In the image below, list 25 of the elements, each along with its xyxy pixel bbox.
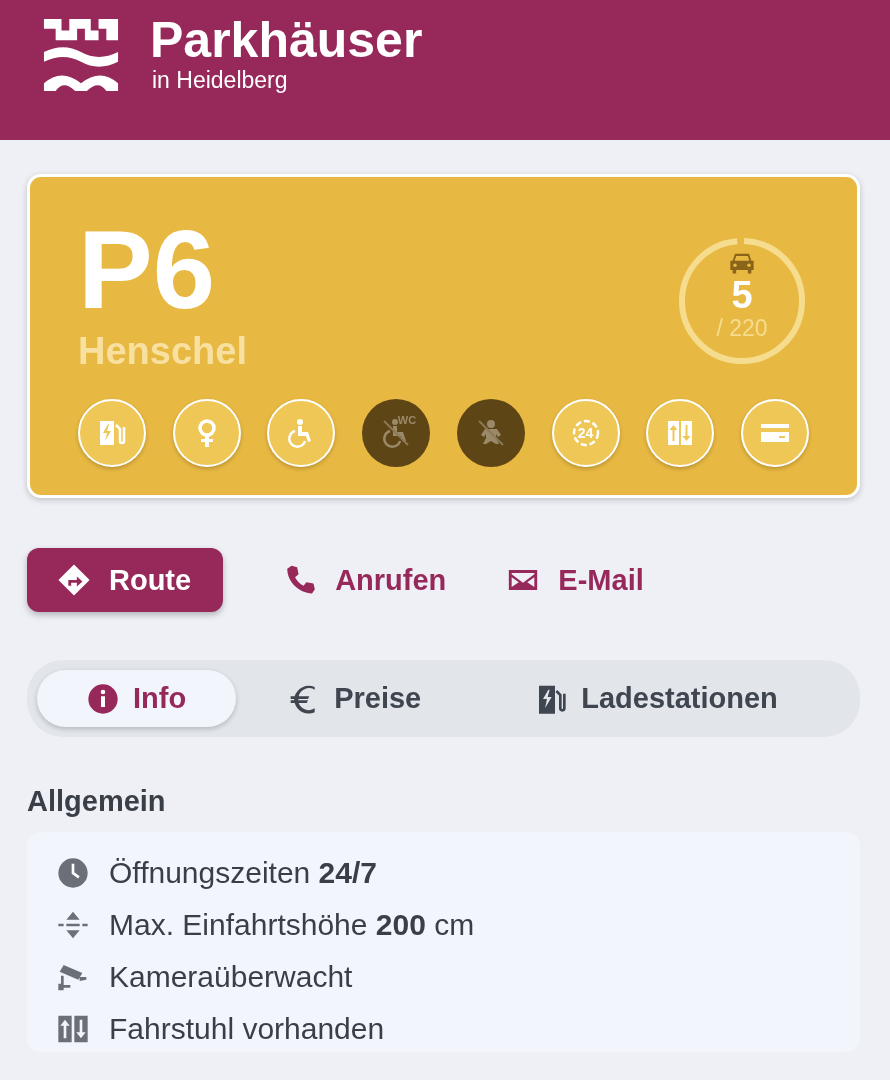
clock-24-icon: 24 bbox=[551, 399, 620, 467]
section-heading: Allgemein bbox=[27, 785, 167, 818]
app-subtitle: in Heidelberg bbox=[152, 66, 289, 94]
total-capacity: / 220 bbox=[716, 315, 768, 341]
wheelchair-toilet-icon: WC bbox=[362, 399, 431, 467]
garage-name: Henschel bbox=[78, 329, 247, 373]
app-title: Parkhäuser bbox=[150, 14, 423, 66]
car-icon bbox=[728, 251, 756, 275]
height-icon bbox=[57, 909, 89, 941]
free-spaces-count: 5 bbox=[731, 275, 753, 315]
call-link[interactable]: Anrufen bbox=[283, 548, 447, 612]
info-icon bbox=[87, 682, 119, 715]
email-link[interactable]: E-Mail bbox=[506, 548, 644, 612]
info-text: Max. Einfahrtshöhe 200 cm bbox=[109, 907, 475, 943]
route-button[interactable]: Route bbox=[27, 548, 224, 612]
info-text: Öffnungszeiten 24/7 bbox=[109, 855, 377, 891]
info-text: Kameraüberwacht bbox=[109, 959, 353, 995]
info-text: Fahrstuhl vorhanden bbox=[109, 1011, 385, 1047]
tab[interactable]: Info bbox=[37, 670, 237, 727]
turn-arrow-icon bbox=[57, 563, 91, 597]
garage-code: P6 bbox=[78, 215, 216, 325]
tab[interactable]: Ladestationen bbox=[507, 670, 806, 727]
tab[interactable]: Preise bbox=[260, 670, 450, 727]
clock-icon bbox=[57, 857, 89, 889]
elevator-icon bbox=[57, 1013, 89, 1045]
